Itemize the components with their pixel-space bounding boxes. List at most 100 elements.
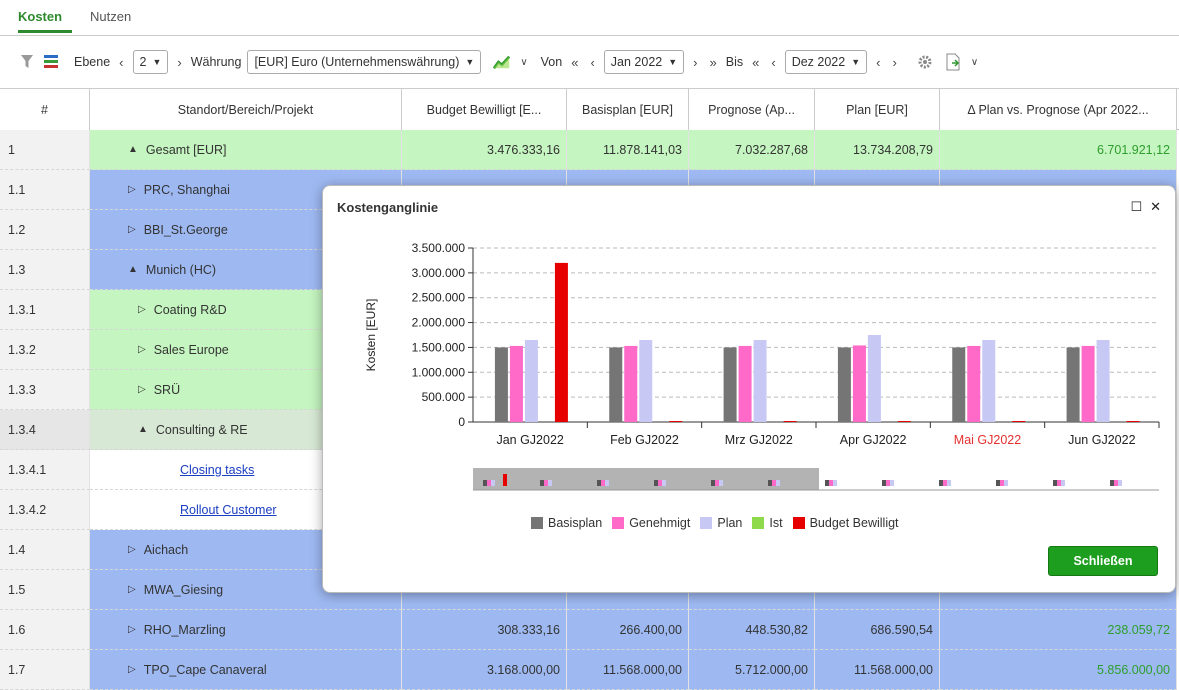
budget-cell: 308.333,16 xyxy=(402,610,567,650)
navigator-bar xyxy=(890,480,894,486)
row-label: Aichach xyxy=(143,542,189,557)
header-budget[interactable]: Budget Bewilligt [E... xyxy=(402,89,567,131)
close-button[interactable]: Schließen xyxy=(1048,546,1158,576)
navigator-bar xyxy=(605,480,609,486)
project-link[interactable]: Rollout Customer xyxy=(180,503,277,517)
row-label: BBI_St.George xyxy=(143,222,228,237)
navigator-bar xyxy=(1114,480,1118,486)
navigator-bar xyxy=(833,480,837,486)
basisplan-cell: 11.568.000,00 xyxy=(567,650,689,690)
chart-icon[interactable] xyxy=(493,53,511,71)
gear-icon[interactable] xyxy=(916,53,934,71)
table-row[interactable]: 1 ▲ Gesamt [EUR] 3.476.333,16 11.878.141,03 7… xyxy=(0,130,1179,170)
navigator-bar xyxy=(825,480,829,486)
y-tick-label: 500.000 xyxy=(422,390,466,404)
bis-select[interactable]: Dez 2022 ▼ xyxy=(784,50,868,74)
filter-icon[interactable] xyxy=(18,53,36,71)
budget-cell: 3.168.000,00 xyxy=(402,650,567,690)
expand-icon[interactable]: ▷ xyxy=(128,584,136,595)
delta-cell: 238.059,72 xyxy=(940,610,1177,650)
header-plan[interactable]: Plan [EUR] xyxy=(815,89,940,131)
bis-value: Dez 2022 xyxy=(791,55,846,69)
expand-icon[interactable]: ▷ xyxy=(128,224,136,235)
row-name-cell[interactable]: ▷ RHO_Marzling xyxy=(90,610,402,650)
legend-item[interactable]: Ist xyxy=(752,516,783,530)
ebene-label: Ebene xyxy=(74,55,111,69)
header-location[interactable]: Standort/Bereich/Projekt xyxy=(90,89,402,131)
chevron-left-icon[interactable]: ‹ xyxy=(116,55,126,70)
header-delta[interactable]: Δ Plan vs. Prognose (Apr 2022... xyxy=(940,89,1177,131)
expand-icon[interactable]: ▷ xyxy=(128,664,136,675)
bar-plan xyxy=(524,339,538,422)
bar-basisplan xyxy=(494,347,508,422)
waehrung-label: Währung xyxy=(190,55,242,69)
double-chevron-left-icon[interactable]: « xyxy=(568,55,581,70)
ebene-select[interactable]: 2 ▼ xyxy=(132,50,169,74)
tab-nutzen[interactable]: Nutzen xyxy=(90,9,131,24)
plan-cell: 686.590,54 xyxy=(815,610,940,650)
chevron-down-icon[interactable]: ∨ xyxy=(968,57,981,68)
bar-plan xyxy=(1096,339,1110,422)
row-label: RHO_Marzling xyxy=(143,622,226,637)
chevron-left-icon[interactable]: ‹ xyxy=(768,55,778,70)
legend-item[interactable]: Genehmigt xyxy=(612,516,690,530)
chevron-right-icon[interactable]: › xyxy=(889,55,899,70)
expand-icon[interactable]: ▷ xyxy=(138,384,146,395)
tab-bar: Kosten Nutzen xyxy=(0,0,1179,36)
row-label: SRÜ xyxy=(153,382,181,397)
double-chevron-left-icon[interactable]: « xyxy=(749,55,762,70)
maximize-icon[interactable]: ☐ xyxy=(1130,199,1142,215)
von-label: Von xyxy=(540,55,563,69)
row-label: PRC, Shanghai xyxy=(143,182,230,197)
waehrung-select[interactable]: [EUR] Euro (Unternehmenswährung) ▼ xyxy=(247,50,482,74)
expand-icon[interactable]: ▷ xyxy=(128,544,136,555)
close-icon[interactable]: ✕ xyxy=(1150,199,1161,215)
collapse-icon[interactable]: ▲ xyxy=(138,424,148,435)
legend-item[interactable]: Plan xyxy=(700,516,742,530)
header-prognose[interactable]: Prognose (Ap... xyxy=(689,89,815,131)
caret-down-icon: ▼ xyxy=(465,57,475,67)
row-number: 1.6 xyxy=(0,610,90,650)
row-name-cell[interactable]: ▷ TPO_Cape Canaveral xyxy=(90,650,402,690)
bar-genehmigt xyxy=(967,345,981,422)
tab-kosten[interactable]: Kosten xyxy=(18,9,62,24)
chevron-right-icon[interactable]: › xyxy=(174,55,184,70)
column-settings-icon[interactable] xyxy=(42,53,60,71)
row-label: Sales Europe xyxy=(153,342,229,357)
export-icon[interactable] xyxy=(944,53,962,71)
cost-curve-dialog: Kostenganglinie ☐ ✕ 0 500.000 1.000.000 1.5… xyxy=(322,185,1176,593)
project-link[interactable]: Closing tasks xyxy=(180,463,254,477)
header-basisplan[interactable]: Basisplan [EUR] xyxy=(567,89,689,131)
double-chevron-right-icon[interactable]: » xyxy=(707,55,720,70)
row-label: Gesamt [EUR] xyxy=(145,142,227,157)
legend-item[interactable]: Budget Bewilligt xyxy=(792,516,899,530)
navigator-bar xyxy=(1061,480,1065,486)
collapse-icon[interactable]: ▲ xyxy=(128,264,138,275)
row-number: 1.3.3 xyxy=(0,370,90,410)
legend-label: Genehmigt xyxy=(629,516,691,530)
table-row[interactable]: 1.7 ▷ TPO_Cape Canaveral 3.168.000,00 11.568… xyxy=(0,650,1179,690)
expand-icon[interactable]: ▷ xyxy=(138,344,146,355)
row-number: 1.1 xyxy=(0,170,90,210)
von-select[interactable]: Jan 2022 ▼ xyxy=(603,50,685,74)
navigator-bar xyxy=(829,480,833,486)
chart-legend: Basisplan Genehmigt Plan Ist Budget Bewillig… xyxy=(531,516,899,530)
chevron-left-icon[interactable]: ‹ xyxy=(587,55,597,70)
header-number[interactable]: # xyxy=(0,89,90,131)
navigator-bar xyxy=(996,480,1000,486)
waehrung-value: [EUR] Euro (Unternehmenswährung) xyxy=(254,55,460,69)
collapse-icon[interactable]: ▲ xyxy=(128,144,138,155)
table-row[interactable]: 1.6 ▷ RHO_Marzling 308.333,16 266.400,00 448.… xyxy=(0,610,1179,650)
chevron-down-icon[interactable]: ∨ xyxy=(517,57,530,68)
chevron-left-icon[interactable]: ‹ xyxy=(873,55,883,70)
legend-item[interactable]: Basisplan xyxy=(531,516,602,530)
bar-genehmigt xyxy=(1081,345,1095,422)
delta-cell: 6.701.921,12 xyxy=(940,130,1177,170)
row-name-cell[interactable]: ▲ Gesamt [EUR] xyxy=(90,130,402,170)
expand-icon[interactable]: ▷ xyxy=(128,624,136,635)
expand-icon[interactable]: ▷ xyxy=(128,184,136,195)
navigator-bar xyxy=(597,480,601,486)
bar-plan xyxy=(639,339,653,422)
expand-icon[interactable]: ▷ xyxy=(138,304,146,315)
chevron-right-icon[interactable]: › xyxy=(690,55,700,70)
